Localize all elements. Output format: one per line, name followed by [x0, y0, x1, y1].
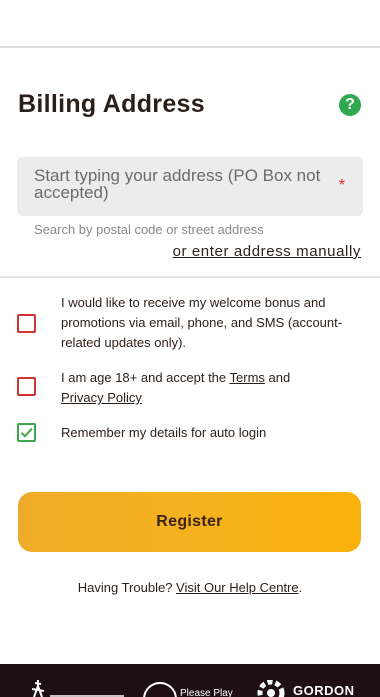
address-search-input[interactable]: Start typing your address (PO Box not ac…	[17, 157, 363, 216]
address-helper-text: Search by postal code or street address	[34, 222, 264, 237]
required-marker: *	[338, 177, 345, 194]
privacy-policy-link[interactable]: Privacy Policy	[61, 390, 142, 405]
address-placeholder: Start typing your address (PO Box not ac…	[34, 166, 321, 202]
section-title: Billing Address	[18, 90, 205, 118]
marketing-consent-checkbox[interactable]	[17, 314, 36, 333]
age-terms-checkbox[interactable]	[17, 377, 36, 396]
terms-link[interactable]: Terms	[230, 370, 265, 385]
footer: Please Play GORDON	[0, 664, 380, 697]
top-divider	[0, 46, 380, 48]
remember-me-checkbox[interactable]	[17, 423, 36, 442]
help-centre-link[interactable]: Visit Our Help Centre	[176, 580, 299, 595]
register-button[interactable]: Register	[18, 492, 361, 552]
enter-address-manually-link[interactable]: or enter address manually	[173, 243, 361, 260]
section-divider	[0, 276, 380, 278]
help-suffix: .	[298, 580, 303, 595]
age-terms-and: and	[264, 370, 291, 385]
age-terms-prefix: I am age 18+ and accept the	[61, 370, 230, 385]
responsible-gaming-logo-icon	[143, 682, 177, 697]
footer-gordon-text: GORDON	[293, 683, 355, 697]
brand-logo-icon	[31, 680, 124, 697]
marketing-consent-label: I would like to receive my welcome bonus…	[61, 295, 343, 350]
age-terms-label: I am age 18+ and accept the Terms and Pri…	[61, 368, 351, 408]
remember-me-label: Remember my details for auto login	[61, 425, 267, 440]
footer-please-play-text: Please Play	[180, 688, 233, 697]
question-mark-icon[interactable]: ?	[339, 94, 361, 116]
checkmark-icon	[20, 427, 33, 438]
gordon-logo-icon	[257, 680, 285, 697]
help-prefix: Having Trouble?	[77, 580, 177, 595]
help-centre-text: Having Trouble? Visit Our Help Centre.	[0, 580, 380, 595]
